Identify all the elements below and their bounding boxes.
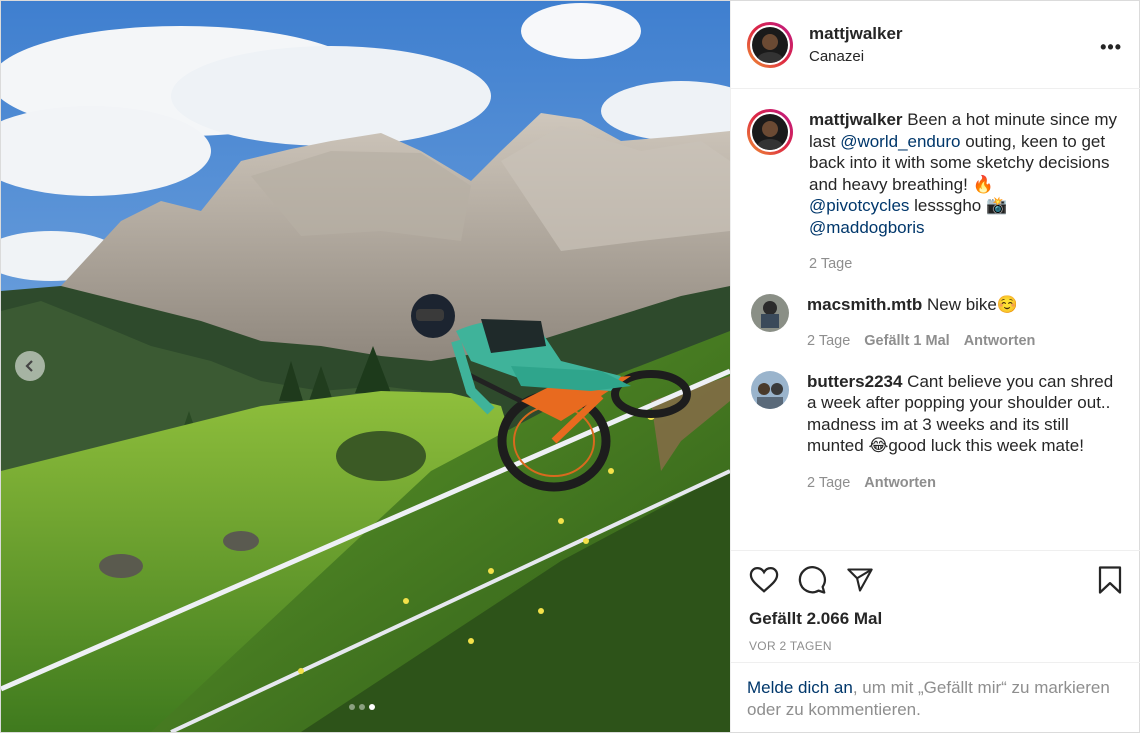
bookmark-icon[interactable]	[1096, 565, 1124, 595]
caption-avatar[interactable]	[747, 109, 793, 155]
avatar	[752, 26, 788, 63]
comment-username[interactable]: macsmith.mtb	[807, 295, 922, 314]
timestamp[interactable]: 2 Tage	[807, 473, 850, 495]
mention-link[interactable]: @world_enduro	[840, 132, 960, 151]
caption-meta: 2 Tage	[809, 254, 1124, 276]
comments-section: mattjwalker Been a hot minute since my l…	[731, 89, 1140, 550]
reply-button[interactable]: Antworten	[864, 473, 936, 495]
post-header: mattjwalker Canazei •••	[731, 1, 1140, 89]
login-link[interactable]: Melde dich an	[747, 678, 853, 697]
comment-text: good luck this week mate!	[888, 436, 1084, 455]
smiling-emoji: ☺️	[996, 294, 1019, 314]
story-ring[interactable]	[747, 21, 793, 68]
avatar	[752, 114, 788, 150]
carousel-dot	[359, 704, 365, 710]
caption-username[interactable]: mattjwalker	[809, 110, 903, 129]
post-date[interactable]: VOR 2 TAGEN	[749, 639, 1124, 653]
more-horizontal-icon[interactable]: •••	[1100, 37, 1122, 58]
chevron-left-icon	[25, 360, 33, 372]
comment: butters2234 Cant believe you can shred a…	[747, 370, 1124, 495]
mention-link[interactable]: @maddogboris	[809, 218, 925, 237]
post-image[interactable]	[1, 1, 730, 732]
comment-icon[interactable]	[797, 565, 827, 595]
comment-meta: 2 Tage Antworten	[807, 473, 1124, 495]
carousel-dot-active	[369, 704, 375, 710]
timestamp[interactable]: 2 Tage	[809, 254, 852, 276]
carousel-indicator	[349, 704, 375, 710]
reply-button[interactable]: Antworten	[964, 331, 1036, 353]
comment-text: New bike	[922, 294, 997, 314]
carousel-dot	[349, 704, 355, 710]
comment-username[interactable]: butters2234	[807, 372, 902, 391]
post-sidebar: mattjwalker Canazei ••• mattjwalker Been…	[730, 1, 1140, 732]
timestamp[interactable]: 2 Tage	[807, 331, 850, 353]
mountain-bike-photo	[1, 1, 730, 732]
comment-meta: 2 Tage Gefällt 1 Mal Antworten	[807, 331, 1124, 353]
carousel-prev-button[interactable]	[15, 351, 45, 381]
instagram-post: mattjwalker Canazei ••• mattjwalker Been…	[0, 0, 1140, 733]
likes-count[interactable]: Gefällt 2.066 Mal	[749, 609, 1124, 629]
caption-text: lesssgho	[909, 196, 986, 215]
heart-icon[interactable]	[749, 566, 779, 594]
comment-likes[interactable]: Gefällt 1 Mal	[864, 331, 949, 353]
mention-link[interactable]: @pivotcycles	[809, 196, 909, 215]
caption: mattjwalker Been a hot minute since my l…	[747, 109, 1124, 276]
action-bar: Gefällt 2.066 Mal VOR 2 TAGEN	[731, 550, 1140, 662]
share-icon[interactable]	[845, 566, 875, 594]
commenter-avatar[interactable]	[751, 370, 789, 409]
camera-emoji: 📸	[985, 196, 1008, 215]
header-username[interactable]: mattjwalker	[809, 24, 903, 44]
laughing-emoji: 😂	[868, 436, 889, 455]
location-link[interactable]: Canazei	[809, 48, 903, 65]
comment: macsmith.mtb New bike☺️ 2 Tage Gefällt 1…	[747, 293, 1124, 353]
fire-emoji: 🔥	[972, 174, 994, 194]
login-prompt: Melde dich an, um mit „Gefällt mir“ zu m…	[731, 662, 1140, 732]
commenter-avatar[interactable]	[751, 293, 789, 332]
